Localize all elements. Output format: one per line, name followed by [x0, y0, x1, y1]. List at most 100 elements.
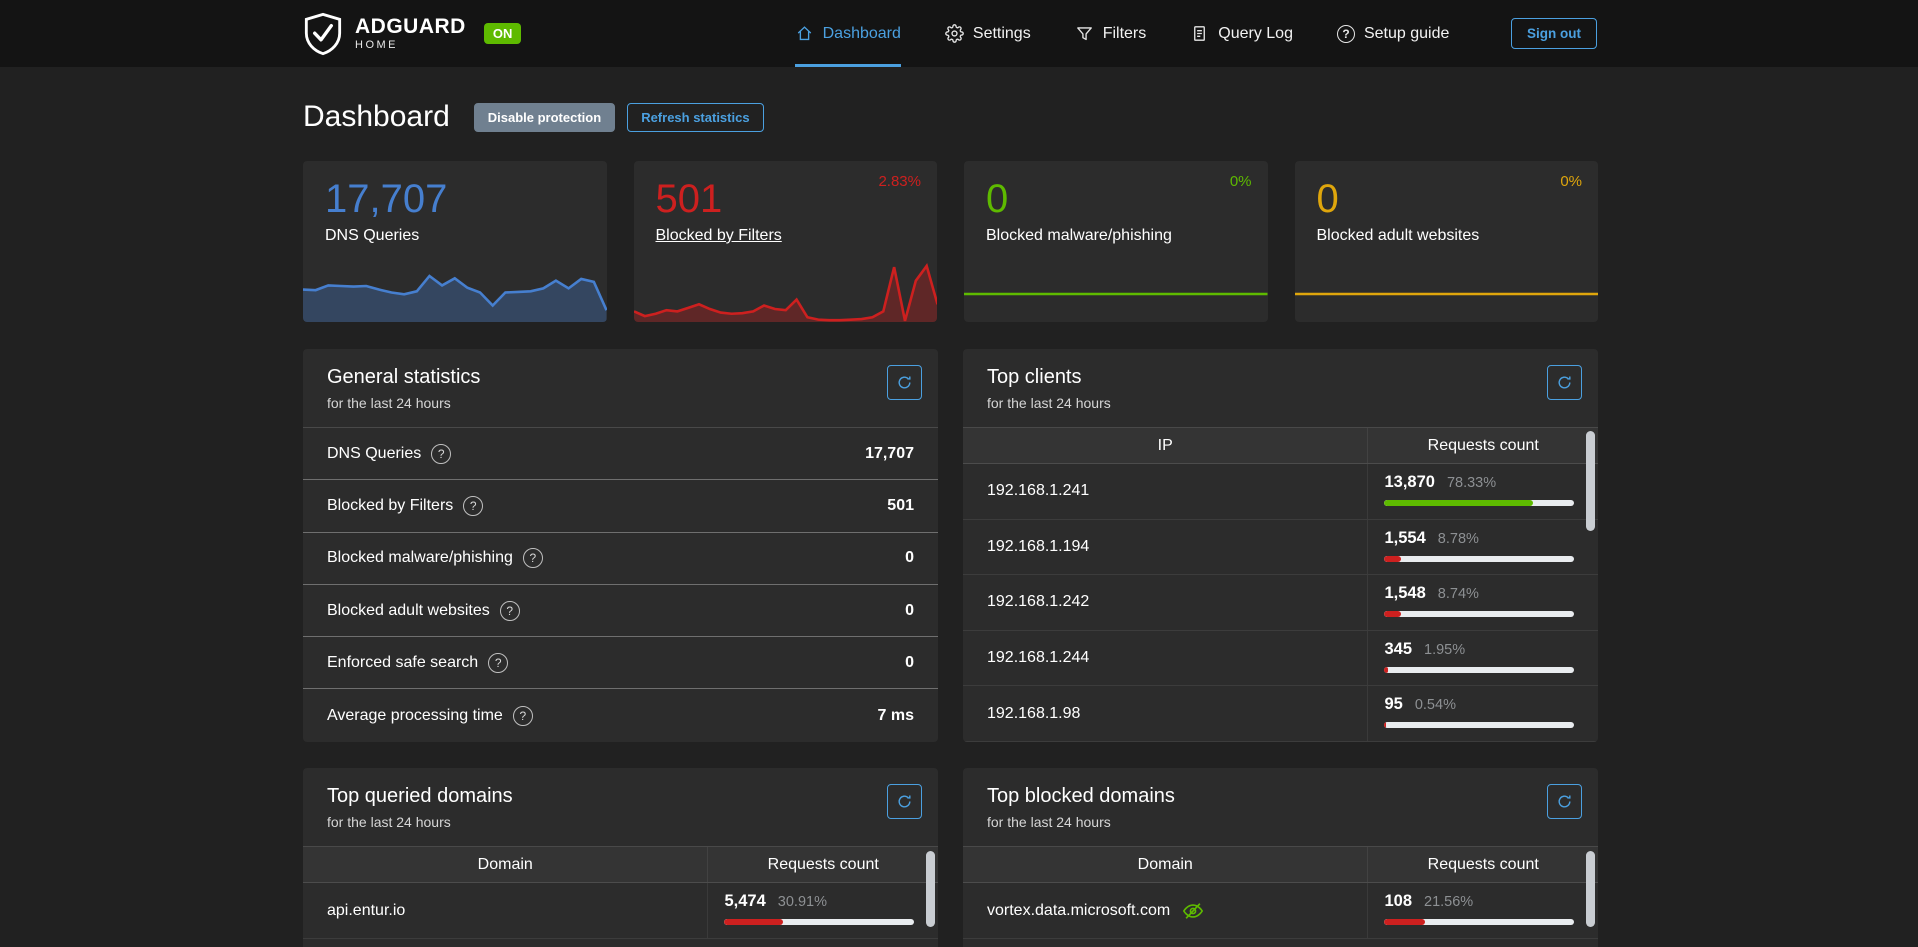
help-icon: ? — [1337, 25, 1355, 43]
general-statistics-row: Average processing time? 7 ms — [303, 689, 938, 741]
nav-item-query-log[interactable]: Query Log — [1190, 0, 1293, 67]
panel-title: Top clients — [987, 366, 1574, 389]
progress-bar — [1384, 919, 1574, 925]
table-header: IP Requests count — [963, 428, 1598, 464]
refresh-button[interactable] — [887, 784, 922, 819]
requests-count: 13,870 — [1384, 473, 1434, 492]
domain-name: vortex.data.microsoft.com — [987, 902, 1170, 920]
refresh-button[interactable] — [1547, 365, 1582, 400]
requests-percent: 78.33% — [1447, 475, 1496, 491]
help-icon[interactable]: ? — [513, 706, 533, 726]
panel-title: Top blocked domains — [987, 785, 1574, 808]
stat-label: Enforced safe search — [327, 654, 478, 672]
help-icon[interactable]: ? — [463, 496, 483, 516]
stat-label: Blocked malware/phishing — [327, 549, 513, 567]
column-header-requests: Requests count — [1367, 428, 1598, 463]
stat-label: Average processing time — [327, 707, 503, 725]
blocked-by-filters-link[interactable]: Blocked by Filters — [656, 227, 782, 244]
scrollbar[interactable] — [1586, 847, 1595, 947]
stat-value: 17,707 — [303, 161, 607, 221]
requests-count: 95 — [1384, 695, 1402, 714]
client-ip: 192.168.1.194 — [987, 538, 1089, 556]
stat-value: 17,707 — [865, 445, 914, 463]
refresh-statistics-button[interactable]: Refresh statistics — [627, 103, 763, 132]
table-header: Domain Requests count — [963, 847, 1598, 883]
table-row: 192.168.1.2443451.95% — [963, 631, 1598, 687]
requests-percent: 8.78% — [1438, 531, 1479, 547]
blocked-adult-sparkline — [1295, 260, 1599, 322]
general-statistics-panel: General statistics for the last 24 hours… — [303, 349, 938, 742]
scrollbar-thumb[interactable] — [1586, 851, 1595, 927]
top-clients-panel: Top clients for the last 24 hours IP Req… — [963, 349, 1598, 742]
stat-percent: 0% — [1230, 173, 1252, 190]
stat-label: Blocked malware/phishing — [964, 221, 1268, 245]
brand-name: ADGUARD — [355, 16, 466, 37]
top-clients-table: 192.168.1.24113,87078.33%192.168.1.1941,… — [963, 464, 1598, 742]
nav-label: Settings — [973, 25, 1031, 43]
help-icon[interactable]: ? — [500, 601, 520, 621]
stat-label: Blocked adult websites — [1295, 221, 1599, 245]
scrollbar-thumb[interactable] — [926, 851, 935, 927]
stat-percent: 0% — [1560, 173, 1582, 190]
scrollbar[interactable] — [926, 847, 935, 947]
nav-item-dashboard[interactable]: Dashboard — [795, 0, 901, 67]
top-bar: ADGUARD HOME ON Dashboard Settings Filte… — [0, 0, 1918, 67]
table-header: Domain Requests count — [303, 847, 938, 883]
dns-queries-sparkline — [303, 260, 607, 322]
requests-percent: 0.54% — [1415, 697, 1456, 713]
help-icon[interactable]: ? — [523, 548, 543, 568]
stat-card-blocked-adult: 0% 0 Blocked adult websites — [1295, 161, 1599, 322]
stat-value: 7 ms — [878, 707, 914, 725]
nav-label: Dashboard — [823, 25, 901, 43]
refresh-icon — [896, 793, 913, 810]
top-queried-domains-table: api.entur.io5,47430.91% — [303, 883, 938, 939]
nav-label: Query Log — [1218, 25, 1293, 43]
client-ip: 192.168.1.242 — [987, 593, 1089, 611]
progress-bar — [1384, 611, 1574, 617]
table-row: 192.168.1.2421,5488.74% — [963, 575, 1598, 631]
refresh-button[interactable] — [887, 365, 922, 400]
progress-bar — [724, 919, 914, 925]
stat-card-dns-queries: 17,707 DNS Queries — [303, 161, 607, 322]
column-header-domain: Domain — [963, 847, 1367, 882]
requests-percent: 8.74% — [1438, 586, 1479, 602]
brand-sub: HOME — [355, 40, 466, 51]
scrollbar[interactable] — [1586, 428, 1595, 738]
sign-out-button[interactable]: Sign out — [1511, 18, 1597, 49]
nav-item-settings[interactable]: Settings — [945, 0, 1031, 67]
stat-percent: 2.83% — [878, 173, 921, 190]
document-icon — [1190, 24, 1209, 43]
progress-bar — [1384, 722, 1574, 728]
refresh-button[interactable] — [1547, 784, 1582, 819]
home-icon — [795, 24, 814, 43]
stat-card-blocked-filters: 2.83% 501 Blocked by Filters — [634, 161, 938, 322]
stat-value: 0 — [1295, 161, 1599, 221]
general-statistics-row: DNS Queries?17,707 — [303, 428, 938, 480]
eye-off-icon[interactable] — [1182, 900, 1204, 922]
stat-label: DNS Queries — [303, 221, 607, 245]
table-row: 192.168.1.241 13,870 78.33% — [963, 464, 1598, 520]
client-ip: 192.168.1.241 — [987, 482, 1089, 500]
filter-icon — [1075, 24, 1094, 43]
requests-percent: 1.95% — [1424, 642, 1465, 658]
nav-label: Filters — [1103, 25, 1147, 43]
page-title: Dashboard — [303, 100, 450, 134]
top-queried-domains-panel: Top queried domains for the last 24 hour… — [303, 768, 938, 947]
progress-bar — [1384, 556, 1574, 562]
help-icon[interactable]: ? — [431, 444, 451, 464]
scrollbar-thumb[interactable] — [1586, 431, 1595, 531]
panel-subtitle: for the last 24 hours — [327, 814, 914, 830]
stat-card-blocked-malware: 0% 0 Blocked malware/phishing — [964, 161, 1268, 322]
nav-item-setup-guide[interactable]: ? Setup guide — [1337, 0, 1449, 67]
requests-count: 345 — [1384, 640, 1412, 659]
table-row: vortex.data.microsoft.com10821.56% — [963, 883, 1598, 939]
disable-protection-button[interactable]: Disable protection — [474, 103, 615, 132]
stat-value: 0 — [905, 602, 914, 620]
general-statistics-row: Blocked malware/phishing?0 — [303, 533, 938, 585]
stat-cards-row: 17,707 DNS Queries 2.83% 501 Blocked by … — [303, 161, 1598, 322]
top-blocked-domains-table: vortex.data.microsoft.com10821.56% — [963, 883, 1598, 939]
help-icon[interactable]: ? — [488, 653, 508, 673]
nav-item-filters[interactable]: Filters — [1075, 0, 1147, 67]
panel-title: Top queried domains — [327, 785, 914, 808]
blocked-filters-sparkline — [634, 260, 938, 322]
